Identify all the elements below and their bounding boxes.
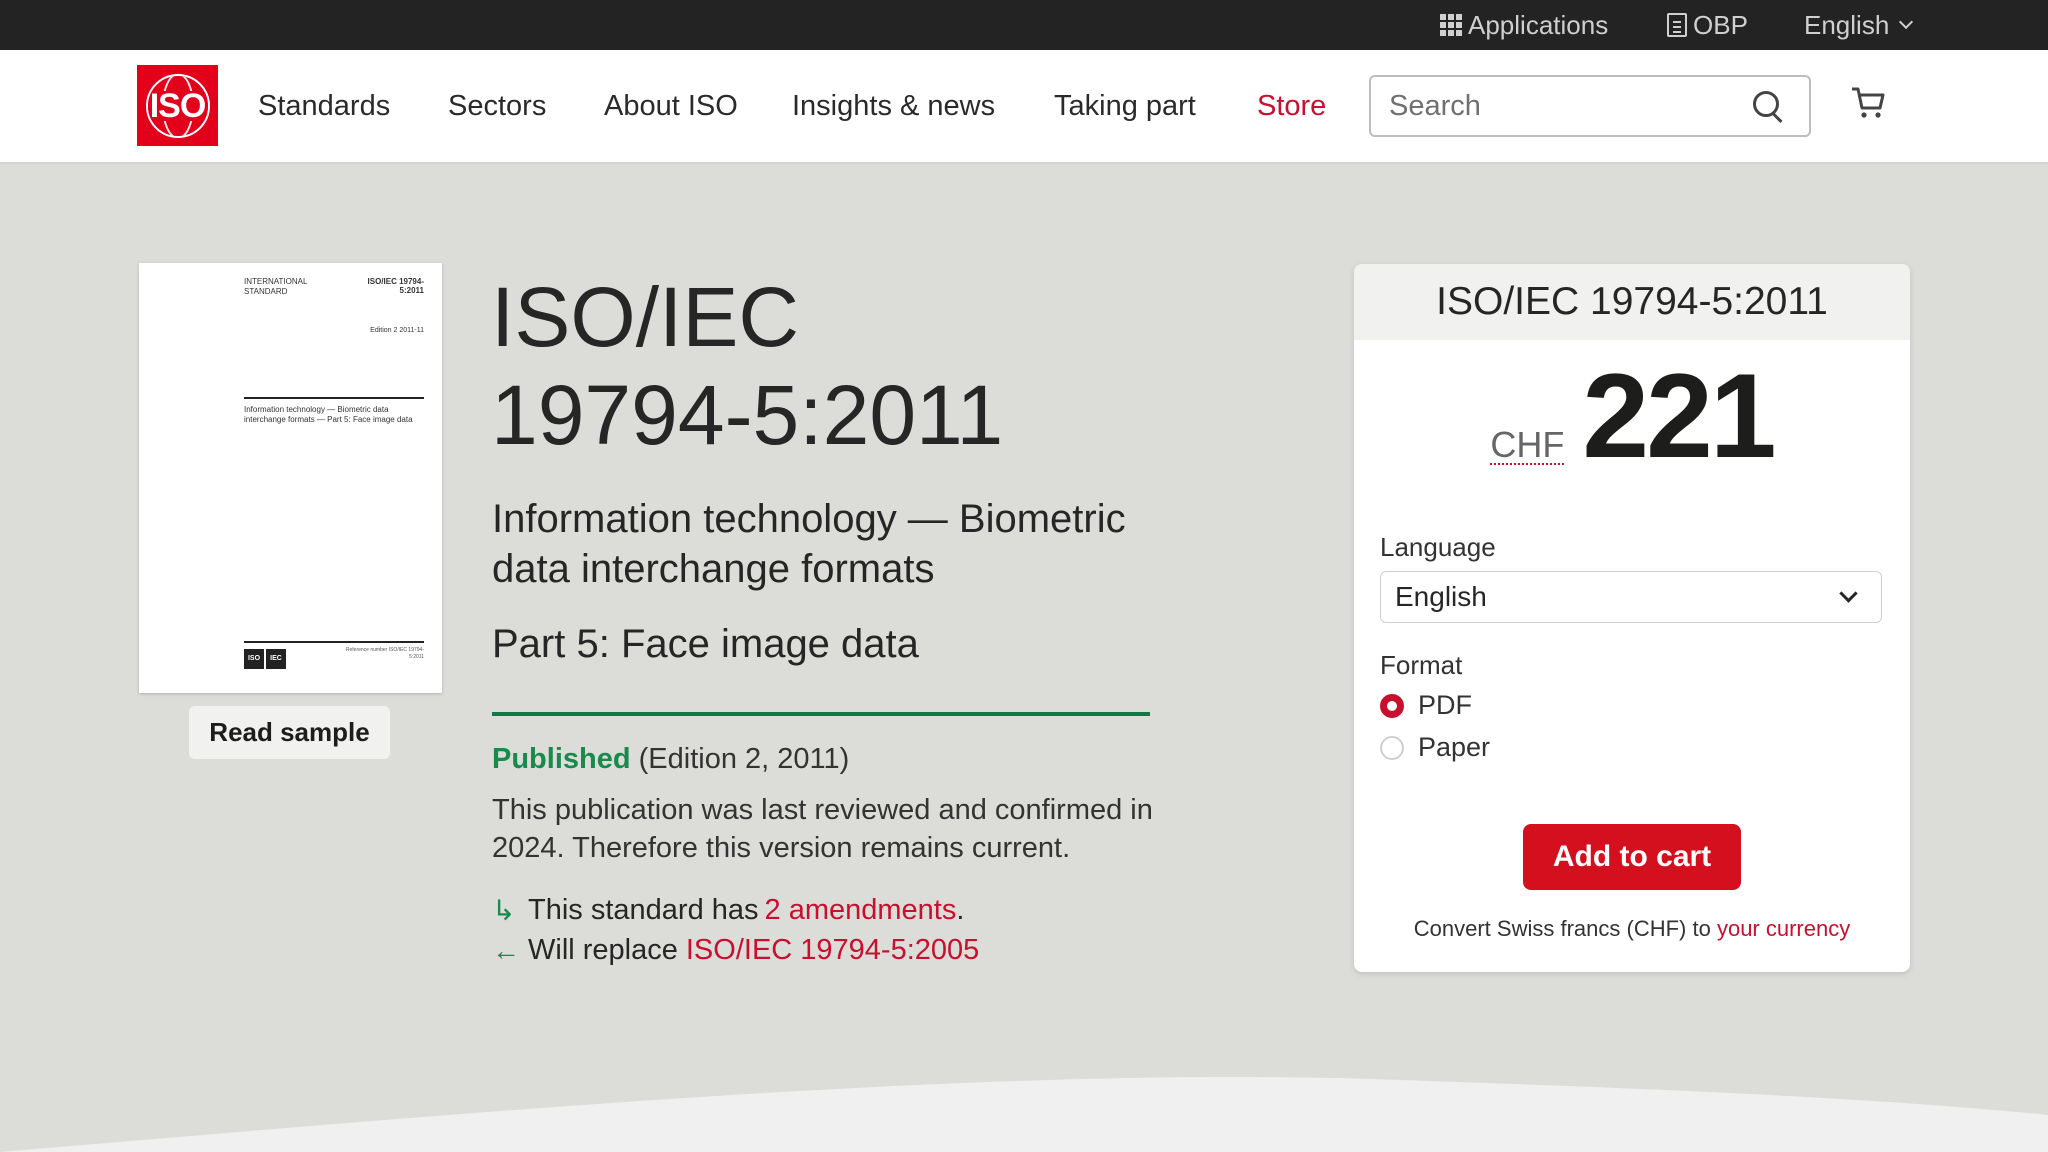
footer-wave	[0, 1077, 2048, 1152]
cover-rule-bottom	[244, 641, 424, 643]
nav-store[interactable]: Store	[1257, 50, 1326, 162]
cover-type: INTERNATIONAL STANDARD	[244, 277, 308, 296]
chevron-down-icon	[1839, 584, 1858, 603]
cover-reference: ISO/IEC 19794-5:2011	[367, 277, 424, 295]
iso-logo[interactable]: ISO	[137, 65, 218, 146]
amendments-prefix: This standard has	[528, 894, 759, 926]
obp-link[interactable]: OBP	[1667, 0, 1748, 50]
status-divider	[492, 712, 1150, 716]
cover-iso-logo: ISO	[244, 649, 264, 669]
cover-edition: Edition 2 2011-11	[370, 327, 424, 334]
page-title: ISO/IEC 19794-5:2011	[491, 270, 1004, 462]
edition-text: (Edition 2, 2011)	[638, 743, 850, 775]
currency-label[interactable]: CHF	[1490, 427, 1565, 465]
language-field-label: Language	[1380, 532, 1496, 562]
language-select-value: English	[1395, 581, 1487, 612]
language-select[interactable]: English	[1380, 571, 1882, 623]
replaces-link[interactable]: ISO/IEC 19794-5:2005	[686, 934, 979, 967]
search-input[interactable]	[1389, 85, 1729, 127]
search-box	[1369, 75, 1811, 137]
price-amount: 221	[1582, 349, 1776, 483]
apps-grid-icon	[1440, 14, 1462, 36]
amendments-line: ↳ This standard has 2 amendments.	[492, 894, 964, 927]
your-currency-link[interactable]: your currency	[1717, 916, 1850, 941]
book-icon	[1667, 13, 1687, 37]
cover-footer: Reference number ISO/IEC 19794-5:2011	[345, 647, 424, 660]
format-option-label: Paper	[1418, 732, 1491, 762]
book-cover[interactable]: INTERNATIONAL STANDARD ISO/IEC 19794-5:2…	[139, 263, 442, 693]
language-label: English	[1804, 9, 1890, 40]
radio-selected-icon[interactable]	[1380, 693, 1404, 718]
main-navigation: ISO Standards Sectors About ISO Insights…	[0, 50, 2048, 162]
purchase-card: ISO/IEC 19794-5:2011 CHF 221 Language En…	[1354, 264, 1910, 972]
add-to-cart-button[interactable]: Add to cart	[1523, 824, 1741, 890]
nav-standards[interactable]: Standards	[258, 50, 390, 162]
cart-icon[interactable]	[1850, 86, 1886, 120]
nav-about-iso[interactable]: About ISO	[604, 50, 738, 162]
format-radio-paper[interactable]: Paper	[1380, 732, 1490, 763]
applications-label: Applications	[1468, 9, 1609, 40]
format-option-label: PDF	[1418, 690, 1472, 720]
convert-prefix: Convert Swiss francs (CHF) to	[1413, 916, 1711, 941]
review-note: This publication was last reviewed and c…	[492, 794, 1153, 864]
utility-bar: Applications OBP English	[0, 0, 2048, 50]
format-radio-pdf[interactable]: PDF	[1380, 690, 1472, 721]
language-switcher[interactable]: English	[1804, 0, 1914, 50]
format-field-label: Format	[1380, 650, 1463, 680]
status-badge: Published	[492, 743, 631, 775]
cover-iec-logo: IEC	[266, 649, 286, 669]
amendments-link[interactable]: 2 amendments	[765, 894, 957, 927]
purchase-card-title: ISO/IEC 19794-5:2011	[1354, 264, 1910, 340]
radio-unselected-icon[interactable]	[1380, 735, 1404, 760]
nav-taking-part[interactable]: Taking part	[1054, 50, 1196, 162]
logo-text: ISO	[147, 89, 208, 123]
nav-insights-news[interactable]: Insights & news	[792, 50, 995, 162]
status-line: Published (Edition 2, 2011)	[492, 743, 849, 776]
replaces-line: ← Will replace ISO/IEC 19794-5:2005	[492, 934, 979, 967]
chevron-down-icon	[1899, 14, 1914, 30]
cover-rule	[244, 397, 424, 399]
left-arrow-icon: ←	[492, 934, 520, 966]
price: CHF 221	[1354, 356, 1910, 476]
globe-icon: ISO	[145, 73, 210, 138]
standard-part: Part 5: Face image data	[492, 622, 919, 666]
standard-subtitle: Information technology — Biometric data …	[492, 497, 1126, 591]
cover-title: Information technology — Biometric data …	[244, 405, 413, 424]
applications-menu[interactable]: Applications	[1440, 0, 1608, 50]
amendments-suffix: .	[956, 894, 965, 926]
currency-convert-note: Convert Swiss francs (CHF) to your curre…	[1354, 916, 1910, 942]
obp-label: OBP	[1693, 9, 1748, 40]
replaces-prefix: Will replace	[528, 934, 678, 966]
cover-logos: ISO IEC	[244, 649, 286, 669]
read-sample-button[interactable]: Read sample	[189, 706, 390, 759]
nav-sectors[interactable]: Sectors	[448, 50, 546, 162]
search-icon[interactable]	[1753, 91, 1783, 121]
return-arrow-icon: ↳	[492, 895, 516, 926]
